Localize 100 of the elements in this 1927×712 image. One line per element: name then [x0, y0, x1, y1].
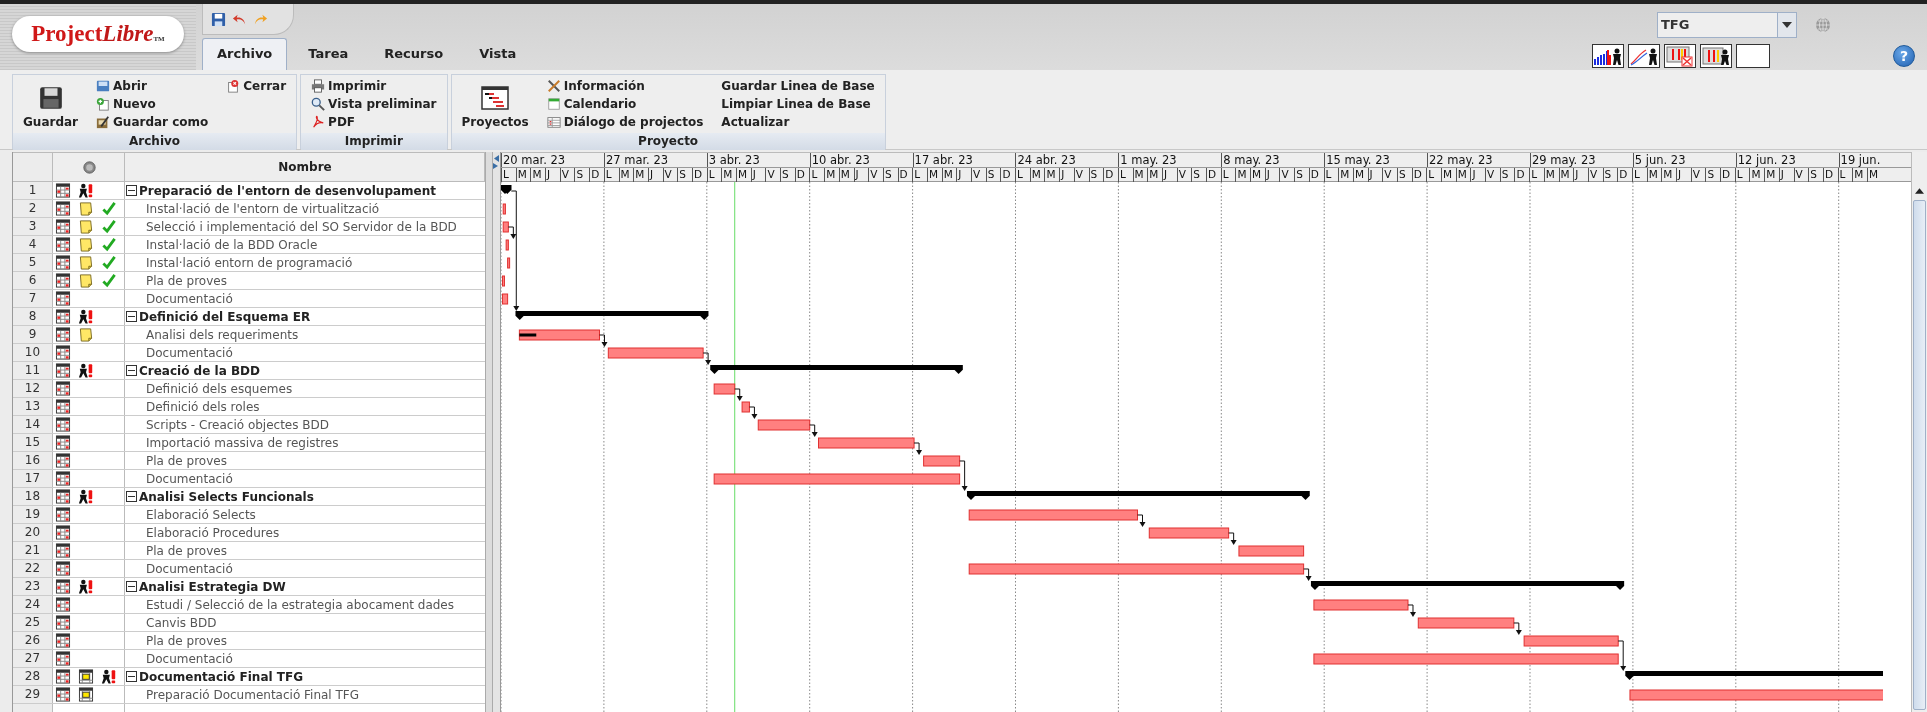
ribbon-button[interactable]: PDF — [309, 113, 439, 131]
task-bar[interactable] — [518, 329, 600, 341]
view-button[interactable] — [1736, 44, 1770, 68]
group-label: Archivo — [13, 133, 297, 150]
tab[interactable]: Vista — [464, 38, 532, 70]
day-label: D — [589, 168, 604, 182]
large-ribbon-button[interactable]: Proyectos — [459, 77, 531, 131]
ribbon-button[interactable]: Abrir — [94, 77, 211, 95]
ribbon-button[interactable]: Guardar Linea de Base — [719, 77, 877, 95]
tab[interactable]: Tarea — [293, 38, 364, 70]
ribbon-button[interactable]: Imprimir — [309, 77, 439, 95]
day-label: M — [1147, 168, 1162, 182]
day-label: M — [721, 168, 736, 182]
summary-bar[interactable] — [501, 185, 512, 194]
day-label: J — [545, 168, 560, 182]
day-label: V — [971, 168, 986, 182]
ribbon-button[interactable]: Información — [544, 77, 706, 95]
collapse-toggle[interactable] — [126, 581, 137, 592]
marked-calendar-icon — [78, 669, 94, 684]
view-button[interactable] — [1700, 44, 1732, 68]
task-name: Documentació — [145, 345, 233, 360]
task-name: Selecció i implementació del SO Servidor de la BDD — [145, 219, 457, 234]
ribbon-button[interactable]: Cerrar — [224, 77, 289, 95]
day-label: M — [618, 168, 634, 182]
dependency-arrow — [1513, 622, 1522, 635]
day-label: L — [912, 168, 927, 182]
summary-bar[interactable] — [1310, 581, 1625, 590]
calendar-grid-icon — [55, 579, 71, 594]
day-label: S — [1088, 168, 1104, 182]
ribbon-button[interactable]: Nuevo — [94, 95, 211, 113]
scroll-up-icon[interactable] — [1915, 188, 1924, 194]
project-dropdown[interactable]: TFG — [1657, 12, 1797, 38]
task-bar[interactable] — [507, 257, 511, 269]
calendar-grid-icon — [55, 525, 71, 540]
row-number: 14 — [13, 416, 53, 433]
day-label: L — [501, 168, 516, 182]
note-icon — [78, 237, 94, 252]
day-label: V — [1176, 168, 1192, 182]
summary-bar[interactable] — [515, 311, 709, 320]
ribbon-button[interactable]: Diálogo de projectos — [544, 113, 706, 131]
day-label: M — [1441, 168, 1456, 182]
row-number: 8 — [13, 308, 53, 325]
day-label: D — [1308, 168, 1324, 182]
collapse-toggle[interactable] — [126, 671, 137, 682]
save-icon[interactable] — [211, 11, 226, 27]
collapse-toggle[interactable] — [126, 185, 137, 196]
tab[interactable]: Archivo — [202, 38, 288, 70]
day-label: V — [1485, 168, 1500, 182]
row-number: 16 — [13, 452, 53, 469]
note-icon — [78, 219, 94, 234]
row-number: 27 — [13, 650, 53, 667]
summary-bar[interactable] — [710, 365, 963, 374]
ribbon-button[interactable]: Calendario — [544, 95, 706, 113]
task-name: Elaboració Selects — [145, 507, 256, 522]
line-chart-person-icon — [1629, 46, 1659, 66]
person-alert-icon — [78, 183, 94, 198]
day-label: D — [1514, 168, 1530, 182]
large-ribbon-button[interactable]: Guardar — [21, 77, 80, 131]
day-label: M — [1132, 168, 1148, 182]
day-label: V — [559, 168, 575, 182]
scroll-left-icon[interactable] — [493, 155, 499, 169]
day-label: M — [1044, 168, 1060, 182]
collapse-toggle[interactable] — [126, 491, 137, 502]
day-label: M — [1646, 168, 1662, 182]
day-label: L — [1323, 168, 1339, 182]
day-label: S — [677, 168, 692, 182]
summary-bar[interactable] — [1625, 671, 1883, 680]
dependency-arrow — [1303, 568, 1312, 581]
calendar-grid-icon — [55, 687, 71, 702]
task-name: Documentació — [145, 471, 233, 486]
collapse-toggle[interactable] — [126, 365, 137, 376]
day-label: S — [1499, 168, 1515, 182]
ribbon-button[interactable]: Vista preliminar — [309, 95, 439, 113]
day-label: L — [1220, 168, 1236, 182]
check-icon — [101, 237, 117, 252]
calendar-grid-icon — [55, 471, 71, 486]
day-label: M — [530, 168, 546, 182]
task-bar[interactable] — [501, 293, 509, 305]
day-label: J — [1470, 168, 1486, 182]
collapse-toggle[interactable] — [126, 311, 137, 322]
day-label: L — [603, 168, 619, 182]
scrollbar[interactable] — [1911, 152, 1927, 712]
view-button[interactable] — [1628, 44, 1660, 68]
calendar-grid-icon — [55, 561, 71, 576]
week-label: 20 mar. 23 — [502, 153, 566, 167]
note-icon — [78, 255, 94, 270]
view-button[interactable] — [1664, 44, 1696, 68]
info-icon — [83, 160, 96, 174]
summary-bar[interactable] — [967, 491, 1310, 500]
ribbon-button[interactable]: Actualizar — [719, 113, 877, 131]
tab[interactable]: Recurso — [369, 38, 459, 70]
ribbon-button[interactable]: Guardar como — [94, 113, 211, 131]
day-label: L — [1734, 168, 1750, 182]
day-label: M — [1250, 168, 1265, 182]
day-label: S — [1294, 168, 1309, 182]
view-button[interactable] — [1592, 44, 1624, 68]
row-number: 15 — [13, 434, 53, 451]
group-label: Imprimir — [301, 133, 447, 150]
globe-icon[interactable] — [1815, 17, 1831, 33]
ribbon-button[interactable]: Limpiar Linea de Base — [719, 95, 877, 113]
